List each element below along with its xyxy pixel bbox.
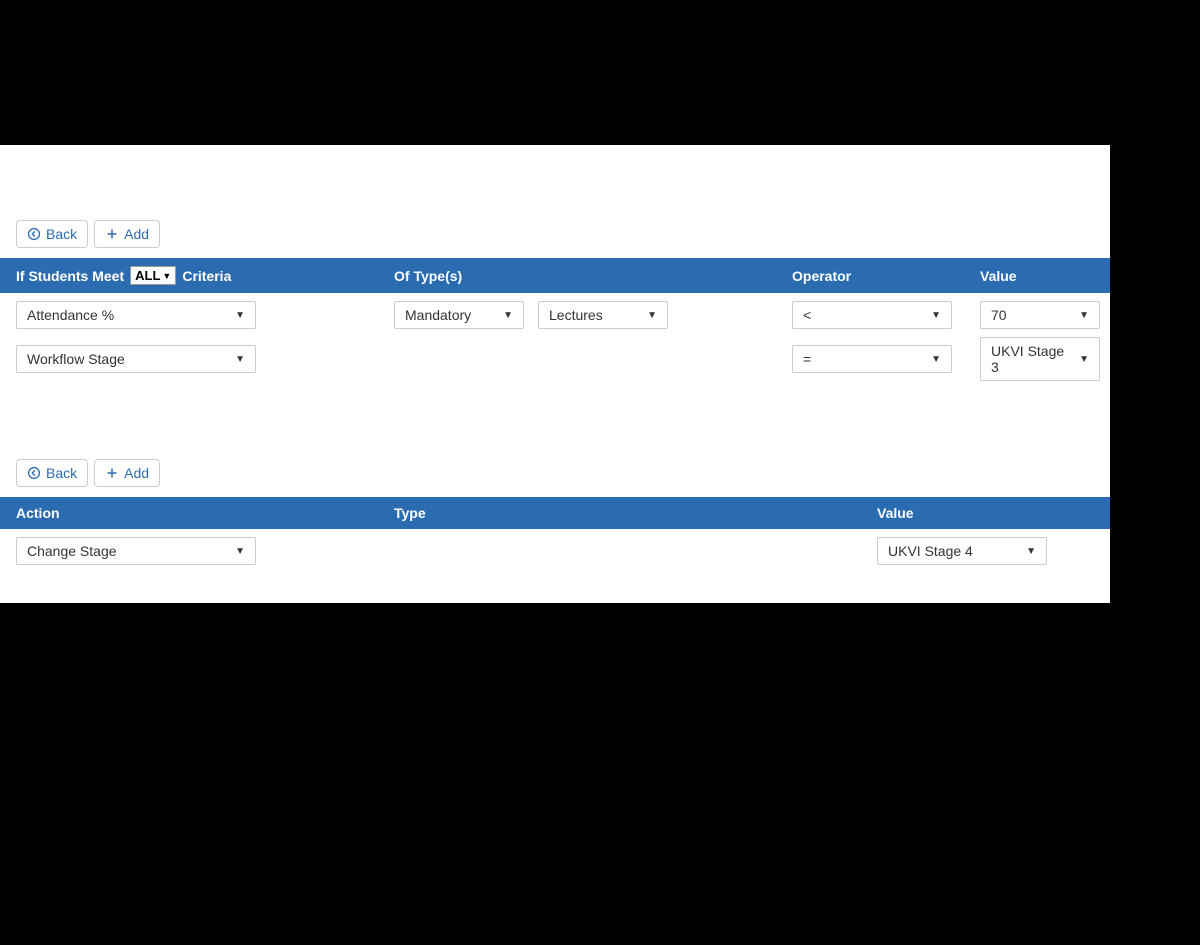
chevron-down-icon: ▼ <box>235 546 245 557</box>
criteria-select[interactable]: Attendance % ▼ <box>16 301 256 329</box>
criteria-header-prefix: If Students Meet <box>16 268 124 284</box>
back-circle-icon <box>27 466 41 480</box>
operator-select[interactable]: = ▼ <box>792 345 952 373</box>
type2-select-value: Lectures <box>549 307 603 323</box>
criteria-select-value: Attendance % <box>27 307 114 323</box>
action-header-value: Value <box>877 505 1094 521</box>
action-select-value: Change Stage <box>27 543 117 559</box>
quantifier-select[interactable]: ALL ▼ <box>130 266 176 285</box>
type2-select[interactable]: Lectures ▼ <box>538 301 668 329</box>
type1-select-value: Mandatory <box>405 307 471 323</box>
operator-select-value: = <box>803 351 811 367</box>
back-button[interactable]: Back <box>16 220 88 248</box>
criteria-select-value: Workflow Stage <box>27 351 125 367</box>
chevron-down-icon: ▼ <box>1026 546 1036 557</box>
action-header-bar: Action Type Value <box>0 497 1110 529</box>
value-select[interactable]: UKVI Stage 3 ▼ <box>980 337 1100 381</box>
panel: Back Add If Students Meet ALL ▼ Criteria <box>0 145 1110 603</box>
back-button-label: Back <box>46 465 77 481</box>
criteria-header-suffix: Criteria <box>182 268 231 284</box>
add-button[interactable]: Add <box>94 220 160 248</box>
criteria-header-operator: Operator <box>792 268 972 284</box>
action-section: Back Add Action Type Value Change Stage <box>0 419 1110 603</box>
operator-select[interactable]: < ▼ <box>792 301 952 329</box>
action-value-select[interactable]: UKVI Stage 4 ▼ <box>877 537 1047 565</box>
chevron-down-icon: ▼ <box>931 354 941 365</box>
action-rows: Change Stage ▼ UKVI Stage 4 ▼ <box>0 529 1110 565</box>
add-button-label: Add <box>124 226 149 242</box>
criteria-section: Back Add If Students Meet ALL ▼ Criteria <box>0 145 1110 419</box>
action-select[interactable]: Change Stage ▼ <box>16 537 256 565</box>
chevron-down-icon: ▼ <box>162 271 171 281</box>
action-header-action: Action <box>16 505 386 521</box>
criteria-toolbar: Back Add <box>0 220 1110 258</box>
action-value-select-value: UKVI Stage 4 <box>888 543 973 559</box>
value-select-value: UKVI Stage 3 <box>991 343 1071 375</box>
criteria-header-value: Value <box>980 268 1094 284</box>
quantifier-value: ALL <box>135 268 160 283</box>
type1-select[interactable]: Mandatory ▼ <box>394 301 524 329</box>
chevron-down-icon: ▼ <box>235 354 245 365</box>
chevron-down-icon: ▼ <box>1079 310 1089 321</box>
chevron-down-icon: ▼ <box>235 310 245 321</box>
add-button[interactable]: Add <box>94 459 160 487</box>
value-select[interactable]: 70 ▼ <box>980 301 1100 329</box>
back-circle-icon <box>27 227 41 241</box>
chevron-down-icon: ▼ <box>647 310 657 321</box>
plus-icon <box>105 227 119 241</box>
action-row: Change Stage ▼ UKVI Stage 4 ▼ <box>16 537 1094 565</box>
back-button[interactable]: Back <box>16 459 88 487</box>
criteria-select[interactable]: Workflow Stage ▼ <box>16 345 256 373</box>
criteria-header-type: Of Type(s) <box>394 268 784 284</box>
criteria-rows: Attendance % ▼ Mandatory ▼ Lectures ▼ <box>0 293 1110 381</box>
chevron-down-icon: ▼ <box>503 310 513 321</box>
chevron-down-icon: ▼ <box>1079 354 1089 365</box>
criteria-row: Workflow Stage ▼ = ▼ UKVI Stage 3 ▼ <box>16 337 1094 381</box>
action-toolbar: Back Add <box>0 459 1110 497</box>
add-button-label: Add <box>124 465 149 481</box>
value-select-value: 70 <box>991 307 1007 323</box>
chevron-down-icon: ▼ <box>931 310 941 321</box>
back-button-label: Back <box>46 226 77 242</box>
plus-icon <box>105 466 119 480</box>
action-header-type: Type <box>394 505 869 521</box>
criteria-header-bar: If Students Meet ALL ▼ Criteria Of Type(… <box>0 258 1110 293</box>
operator-select-value: < <box>803 307 811 323</box>
criteria-row: Attendance % ▼ Mandatory ▼ Lectures ▼ <box>16 301 1094 329</box>
